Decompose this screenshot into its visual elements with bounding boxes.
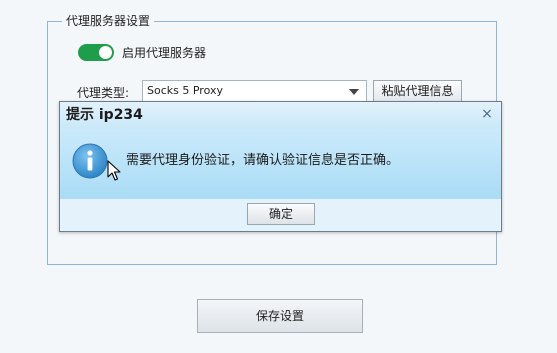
mouse-cursor-icon [107,160,121,181]
chevron-down-icon [349,89,359,95]
dialog-title: 提示 ip234 [66,107,143,123]
proxy-type-value: Socks 5 Proxy [147,84,223,97]
proxy-type-label: 代理类型: [77,86,130,100]
save-settings-button[interactable]: 保存设置 [197,299,363,333]
toggle-knob [99,46,112,59]
info-icon [72,143,108,179]
dialog-footer: 确定 [60,199,501,231]
dialog-message: 需要代理身份验证，请确认验证信息是否正确。 [126,153,400,168]
dialog-body: 需要代理身份验证，请确认验证信息是否正确。 [60,129,501,199]
proxy-settings-legend: 代理服务器设置 [62,13,155,29]
enable-proxy-label: 启用代理服务器 [122,46,207,60]
close-icon[interactable]: × [479,106,495,122]
alert-dialog: 提示 ip234 × 需要代理身份验证，请确认验证信息是否正确。 确定 [59,101,502,232]
dialog-title-bar: 提示 ip234 × [60,102,501,129]
ok-button[interactable]: 确定 [247,203,315,225]
proxy-type-select[interactable]: Socks 5 Proxy [142,80,367,102]
paste-proxy-info-button[interactable]: 粘贴代理信息 [373,80,462,102]
enable-proxy-toggle[interactable] [78,44,114,61]
